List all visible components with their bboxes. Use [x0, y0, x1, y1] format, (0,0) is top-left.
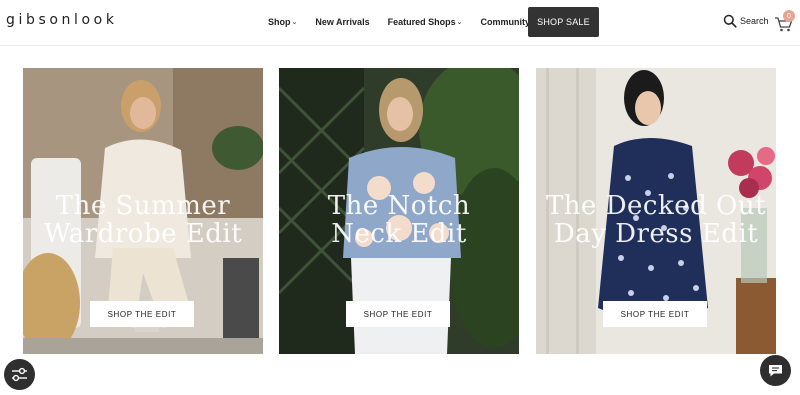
nav-item-label: Community [480, 17, 530, 27]
nav-item-label: Featured Shops [387, 17, 456, 27]
edit-card-notch-neck[interactable]: The Notch Neck Edit SHOP THE EDIT [279, 68, 519, 354]
chat-button[interactable] [760, 355, 791, 386]
shop-sale-button[interactable]: SHOP SALE [528, 7, 599, 37]
brand-logo[interactable]: gibsonlook [6, 12, 118, 28]
card-title: The Notch Neck Edit [279, 192, 519, 248]
card-title-line: Day Dress Edit [553, 219, 759, 249]
card-title-line: The Decked Out [545, 191, 767, 221]
site-header: gibsonlook Shop ⌄ New Arrivals Featured … [0, 0, 800, 46]
search-button[interactable]: Search [723, 14, 769, 28]
search-label: Search [740, 16, 769, 26]
card-title: The Summer Wardrobe Edit [23, 192, 263, 248]
card-title-line: The Summer [55, 191, 231, 221]
card-title-line: The Notch [327, 191, 471, 221]
nav-item-shop[interactable]: Shop ⌄ [268, 17, 297, 27]
main-nav: Shop ⌄ New Arrivals Featured Shops ⌄ Com… [268, 17, 555, 27]
nav-item-featured-shops[interactable]: Featured Shops ⌄ [388, 17, 463, 27]
card-title-line: Neck Edit [331, 219, 467, 249]
nav-item-new-arrivals[interactable]: New Arrivals [315, 17, 369, 27]
shop-the-edit-button[interactable]: SHOP THE EDIT [346, 301, 450, 327]
filter-button[interactable] [4, 359, 35, 390]
chevron-down-icon: ⌄ [456, 19, 463, 26]
shop-the-edit-button[interactable]: SHOP THE EDIT [603, 301, 707, 327]
search-icon [723, 14, 737, 28]
shop-the-edit-button[interactable]: SHOP THE EDIT [90, 301, 194, 327]
card-title-line: Wardrobe Edit [43, 219, 243, 249]
chevron-down-icon: ⌄ [291, 19, 298, 26]
cart-count-badge: 0 [783, 10, 795, 22]
chat-icon [769, 365, 782, 377]
edit-card-day-dress[interactable]: The Decked Out Day Dress Edit SHOP THE E… [536, 68, 776, 354]
card-title: The Decked Out Day Dress Edit [536, 192, 776, 248]
edit-card-summer-wardrobe[interactable]: The Summer Wardrobe Edit SHOP THE EDIT [23, 68, 263, 354]
filter-icon [12, 367, 27, 382]
nav-item-label: Shop [268, 17, 291, 27]
nav-item-label: New Arrivals [315, 17, 370, 27]
